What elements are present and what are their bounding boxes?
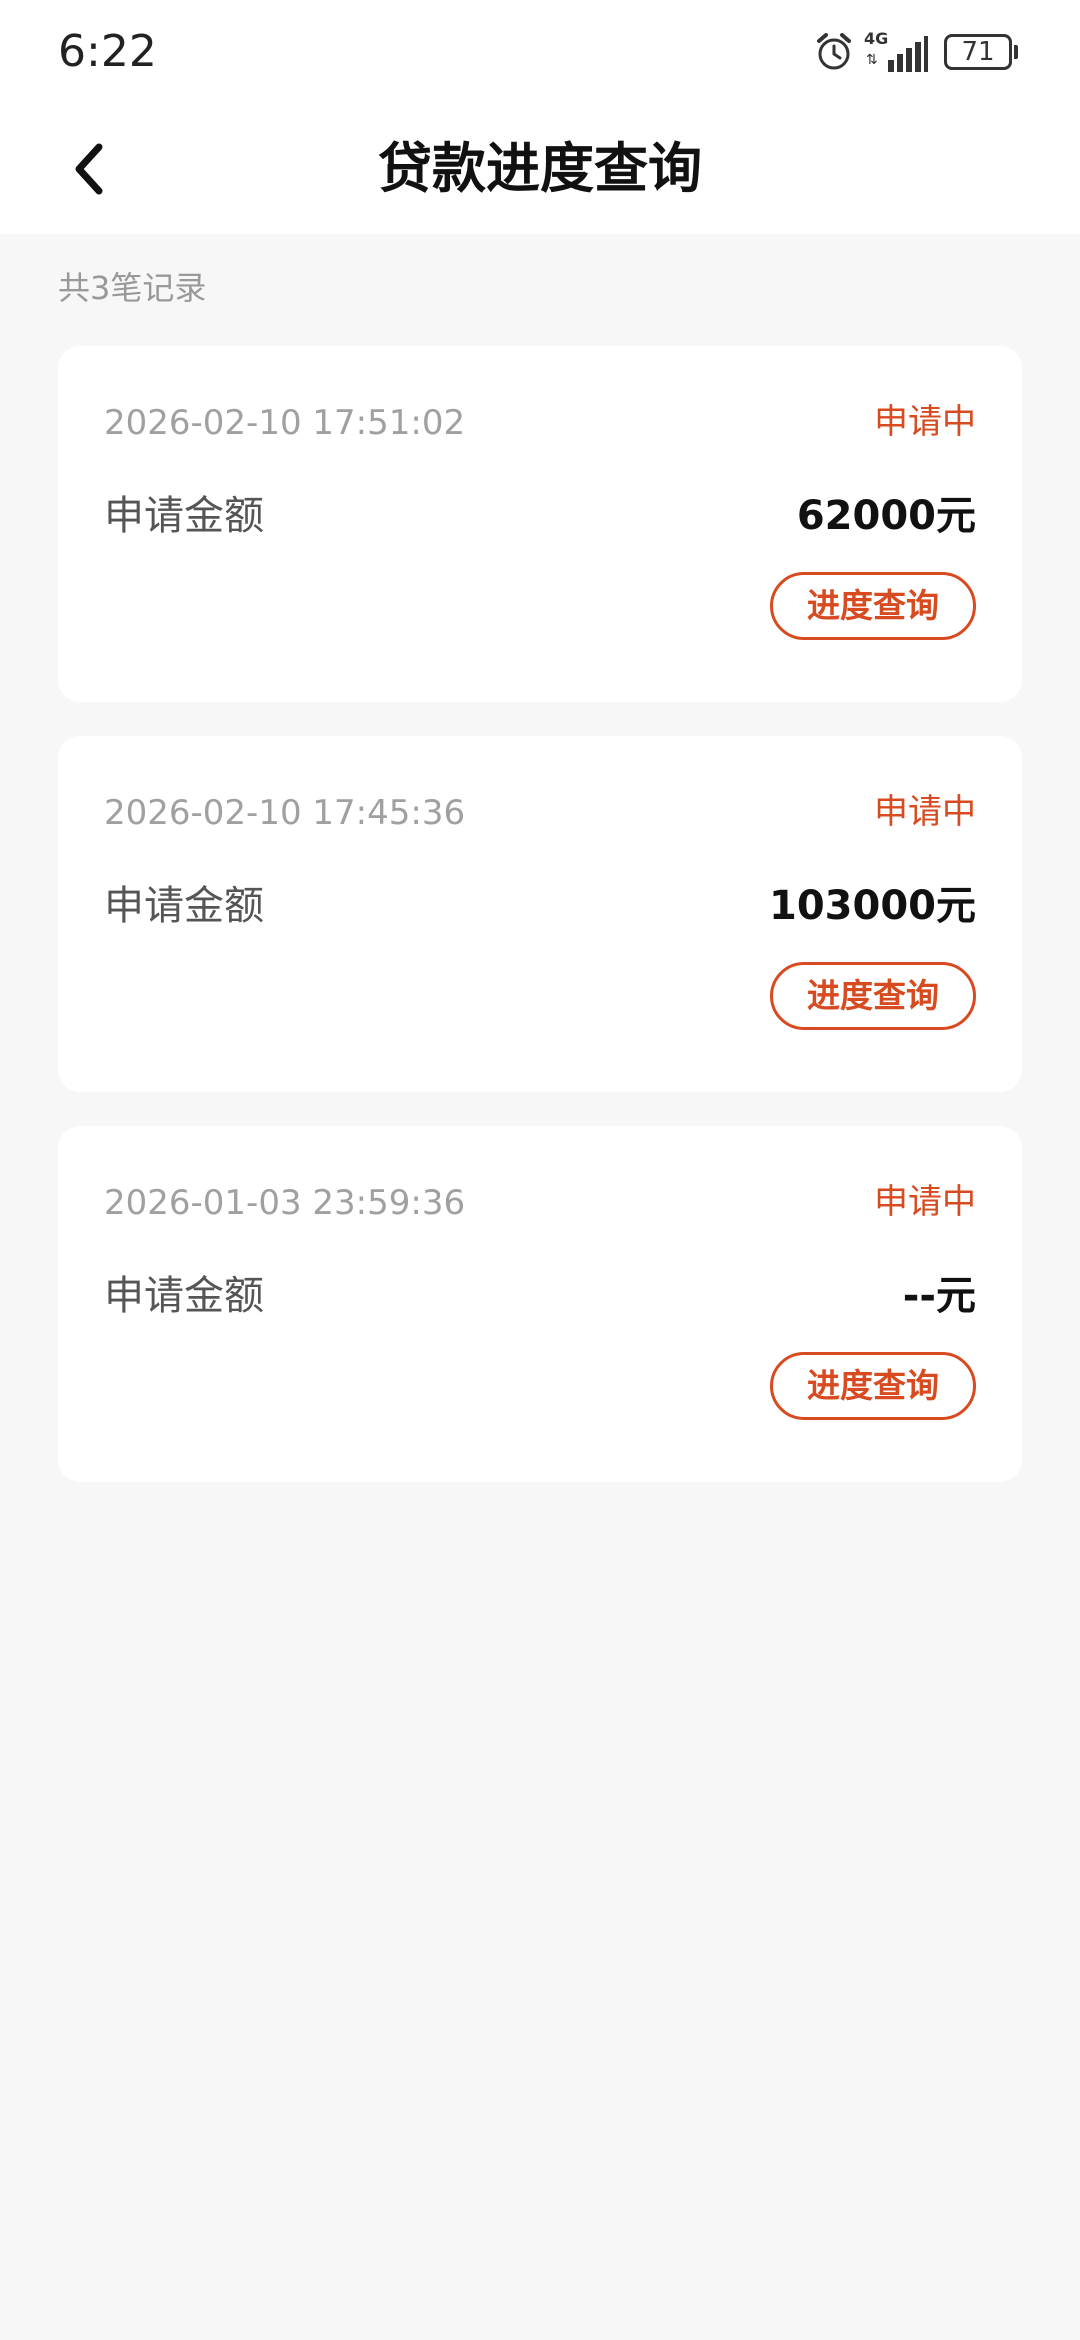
- status-icons: 4G ⇅ 71: [814, 28, 1018, 76]
- record-count: 共3笔记录: [58, 269, 207, 307]
- nav-bar: 贷款进度查询: [0, 104, 1080, 234]
- battery-cap: [1014, 45, 1018, 59]
- status-bar: 6:22 4G ⇅ 71: [0, 0, 1080, 104]
- amount-value: --元: [902, 1273, 976, 1319]
- signal-icon: 4G ⇅: [864, 30, 930, 74]
- record-time: 2026-02-10 17:45:36: [104, 793, 466, 833]
- network-type: 4G: [864, 29, 889, 48]
- alarm-icon: [817, 33, 851, 70]
- record-list: 2026-02-10 17:51:02 申请中 申请金额 62000元 进度查询…: [58, 346, 1022, 1516]
- record-status: 申请中: [874, 402, 976, 442]
- signal-bars-icon: [888, 36, 928, 72]
- top-area: 6:22 4G ⇅ 71 贷款进度查询: [0, 0, 1080, 234]
- amount-value: 62000元: [796, 493, 976, 539]
- progress-query-button[interactable]: 进度查询: [770, 1352, 976, 1420]
- status-time: 6:22: [58, 26, 157, 77]
- amount-label: 申请金额: [104, 1273, 264, 1319]
- record-card: 2026-02-10 17:45:36 申请中 申请金额 103000元 进度查…: [58, 736, 1022, 1092]
- data-arrows-icon: ⇅: [866, 52, 878, 68]
- record-time: 2026-01-03 23:59:36: [104, 1183, 466, 1223]
- record-status: 申请中: [874, 792, 976, 832]
- amount-value: 103000元: [769, 883, 976, 929]
- record-card: 2026-02-10 17:51:02 申请中 申请金额 62000元 进度查询: [58, 346, 1022, 702]
- record-card: 2026-01-03 23:59:36 申请中 申请金额 --元 进度查询: [58, 1126, 1022, 1482]
- record-status: 申请中: [874, 1182, 976, 1222]
- amount-label: 申请金额: [104, 493, 264, 539]
- progress-query-button[interactable]: 进度查询: [770, 572, 976, 640]
- progress-query-button[interactable]: 进度查询: [770, 962, 976, 1030]
- amount-label: 申请金额: [104, 883, 264, 929]
- page-title: 贷款进度查询: [378, 137, 702, 200]
- record-time: 2026-02-10 17:51:02: [104, 403, 466, 443]
- battery-icon: 71: [944, 34, 1012, 70]
- battery-level: 71: [961, 37, 995, 67]
